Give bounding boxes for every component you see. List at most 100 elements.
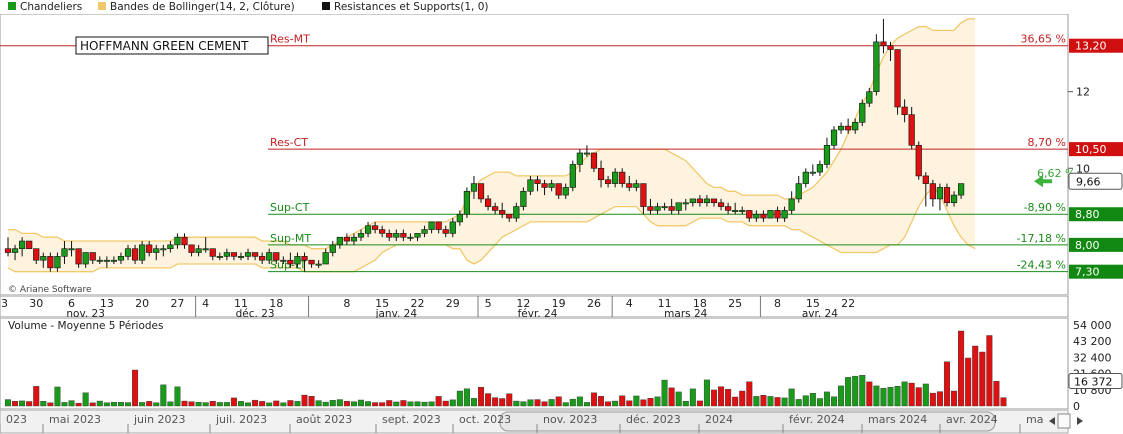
- timeline-label: mai 2023: [49, 413, 101, 426]
- volume-bar: [569, 398, 576, 407]
- candle-body: [604, 179, 612, 184]
- candle-body: [470, 183, 478, 192]
- level-label: Sup-CT: [270, 201, 310, 214]
- candle-body: [583, 152, 591, 155]
- candle-body: [484, 198, 492, 207]
- volume-bar: [555, 396, 562, 407]
- volume-chart[interactable]: Volume - Moyenne 5 Périodes 54 000 43 200 3…: [0, 318, 1123, 410]
- volume-bar: [781, 397, 788, 407]
- volume-bar: [901, 381, 908, 407]
- candle-body: [124, 248, 132, 257]
- volume-bar: [859, 375, 866, 407]
- legend-candles[interactable]: Chandeliers: [8, 1, 82, 13]
- volume-bar: [442, 400, 449, 407]
- timeline-label: juin 2023: [133, 413, 186, 426]
- volume-bar: [103, 402, 110, 407]
- candle-body: [809, 171, 816, 174]
- candle-body: [379, 229, 386, 234]
- volume-bar: [174, 386, 181, 407]
- timeline-label: 2024: [705, 413, 733, 426]
- candle-body: [343, 236, 350, 242]
- volume-bar: [993, 381, 1000, 407]
- volume-bar: [414, 401, 421, 407]
- date-tick-label: 29: [446, 297, 460, 310]
- candle-body: [47, 256, 54, 269]
- date-tick-label: 30: [29, 297, 43, 310]
- timeline-label: nov. 2023: [543, 413, 597, 426]
- volume-bar: [485, 393, 492, 407]
- volume-bar: [68, 400, 75, 407]
- volume-bar: [880, 388, 887, 407]
- candle-body: [26, 240, 33, 250]
- volume-bar: [732, 396, 739, 407]
- volume-bar: [527, 399, 534, 407]
- volume-bar: [753, 396, 760, 407]
- volume-bar: [54, 386, 61, 407]
- volume-bar: [965, 357, 972, 407]
- date-tick-label: 25: [728, 297, 742, 310]
- volume-bar: [492, 397, 499, 407]
- volume-bar: [513, 400, 520, 407]
- volume-bar: [506, 393, 513, 407]
- candle-body: [181, 236, 188, 246]
- volume-bar: [4, 399, 11, 407]
- timeline-navigator[interactable]: 023 mai 2023 juin 2023 juil. 2023 août 2023 s…: [0, 410, 1123, 434]
- legend-support-resistance[interactable]: Resistances et Supports(1, 0): [322, 1, 489, 13]
- candle-body: [513, 206, 520, 219]
- volume-bar: [365, 401, 372, 407]
- nav-button: [1057, 413, 1071, 429]
- candle-body: [131, 248, 139, 261]
- candle-body: [640, 183, 647, 207]
- volume-last-value: 16 372: [1074, 375, 1113, 388]
- candle-body: [350, 236, 358, 242]
- volume-bar: [202, 402, 209, 407]
- date-tick-label: 4: [626, 297, 633, 310]
- volume-bar: [915, 387, 922, 407]
- candle-body: [725, 206, 732, 211]
- volume-bar: [795, 399, 802, 407]
- candle-body: [880, 41, 887, 47]
- volume-bar: [89, 402, 96, 407]
- volume-bar: [230, 397, 237, 407]
- volume-bar: [922, 383, 929, 407]
- candle-body: [280, 259, 287, 262]
- volume-bar: [654, 396, 661, 407]
- candle-body: [492, 206, 499, 211]
- volume-bar: [478, 387, 485, 407]
- candle-body: [315, 263, 322, 266]
- candle-body: [357, 233, 365, 238]
- volume-bar: [739, 390, 746, 407]
- candle-body: [760, 213, 767, 219]
- candle-body: [61, 248, 68, 257]
- candle-body: [894, 49, 901, 108]
- volume-bar: [936, 391, 943, 407]
- candle-body: [244, 252, 252, 257]
- volume-bar: [647, 397, 654, 407]
- candle-body: [774, 210, 781, 219]
- candle-body: [915, 144, 922, 177]
- candle-body: [852, 122, 859, 131]
- timeline-label: sept. 2023: [382, 413, 441, 426]
- volume-bar: [598, 396, 605, 407]
- price-chart[interactable]: Res-MT 36,65 % 13,20 Res-CT 8,70 % 10,50 Sup-C…: [0, 14, 1123, 296]
- level-box-label: 8,80: [1075, 208, 1100, 221]
- candle-body: [499, 210, 506, 215]
- volume-bar: [287, 400, 294, 407]
- volume-bar: [421, 401, 428, 407]
- volume-bar: [661, 379, 668, 407]
- timeline-label: août 2023: [296, 413, 352, 426]
- legend-bollinger[interactable]: Bandes de Bollinger(14, 2, Clôture): [98, 1, 295, 13]
- candle-body: [273, 252, 280, 261]
- volume-bar: [19, 400, 26, 407]
- volume-bar: [336, 399, 343, 407]
- scroll-right-icon: [1077, 417, 1083, 425]
- volume-bar: [125, 402, 132, 407]
- volume-bar: [153, 402, 160, 407]
- volume-bar: [400, 400, 407, 407]
- candle-body: [223, 252, 230, 257]
- volume-bar: [12, 400, 19, 407]
- timeline-label: ma: [1026, 413, 1043, 426]
- candle-body: [117, 256, 125, 261]
- volume-bar: [767, 396, 774, 407]
- candle-body: [428, 221, 435, 230]
